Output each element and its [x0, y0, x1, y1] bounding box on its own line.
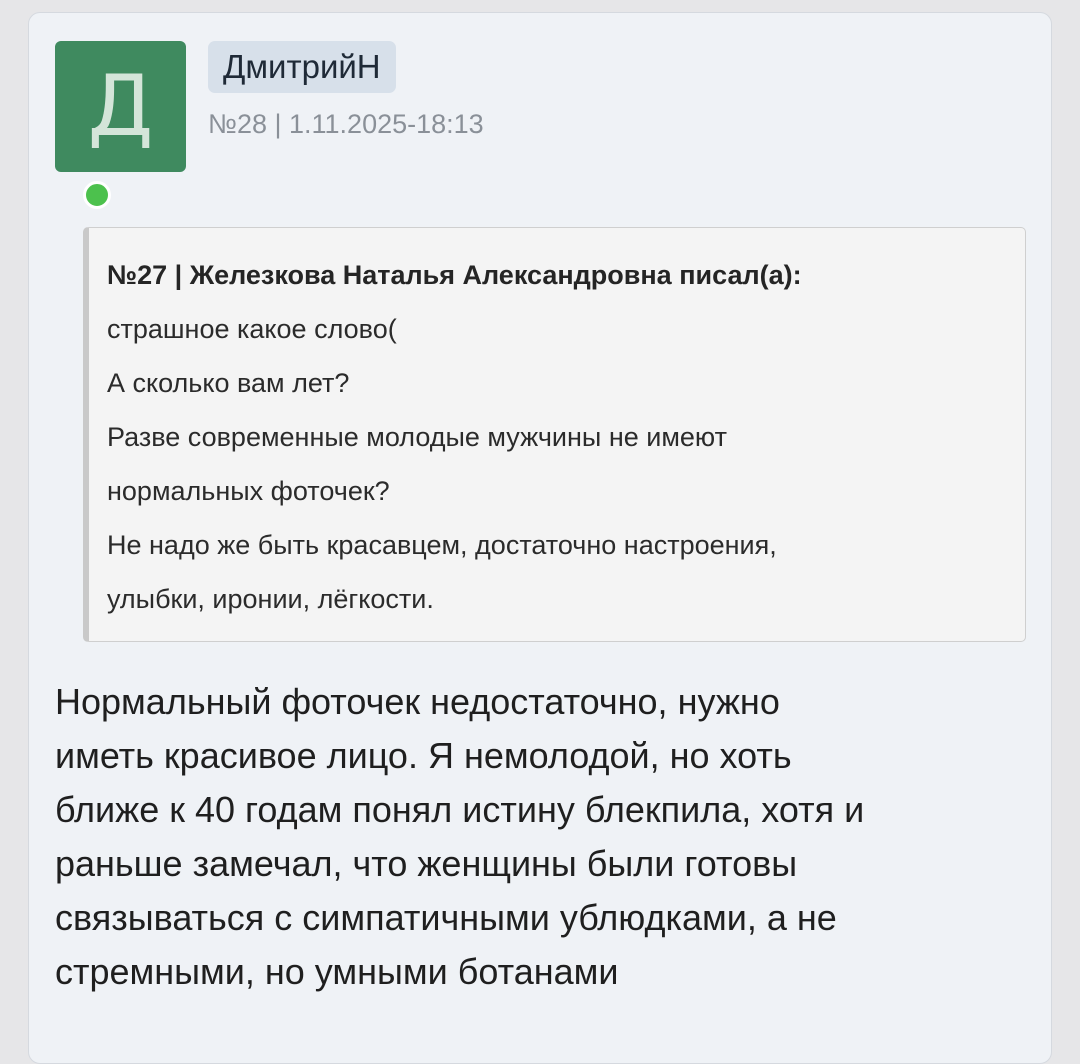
- quote-line: Не надо же быть красавцем, достаточно на…: [107, 530, 777, 560]
- post-body-line: стремными, но умными ботанами: [55, 951, 619, 992]
- post-body-line: раньше замечал, что женщины были готовы: [55, 843, 798, 884]
- quote-line: страшное какое слово(: [107, 314, 397, 344]
- quote-line: улыбки, иронии, лёгкости.: [107, 584, 434, 614]
- post-body-line: иметь красивое лицо. Я немолодой, но хот…: [55, 735, 792, 776]
- forum-post: Д ДмитрийН №28 | 1.11.2025-18:13 №27 | Ж…: [28, 12, 1052, 1064]
- quote-line: нормальных фоточек?: [107, 476, 390, 506]
- quote-block: №27 | Железкова Наталья Александровна пи…: [83, 227, 1026, 642]
- author-username[interactable]: ДмитрийН: [208, 41, 396, 93]
- post-body-line: Нормальный фоточек недостаточно, нужно: [55, 681, 780, 722]
- quote-header[interactable]: №27 | Железкова Наталья Александровна пи…: [107, 248, 1007, 302]
- quote-line: А сколько вам лет?: [107, 368, 350, 398]
- avatar-letter: Д: [87, 57, 154, 155]
- post-body-line: ближе к 40 годам понял истину блекпила, …: [55, 789, 865, 830]
- online-status-dot: [83, 181, 111, 209]
- quote-line: Разве современные молодые мужчины не име…: [107, 422, 727, 452]
- post-body-line: связываться с симпатичными ублюдками, а …: [55, 897, 837, 938]
- post-body: Нормальный фоточек недостаточно, нужно и…: [55, 675, 1030, 999]
- avatar[interactable]: Д: [55, 41, 186, 209]
- post-meta: №28 | 1.11.2025-18:13: [208, 109, 484, 139]
